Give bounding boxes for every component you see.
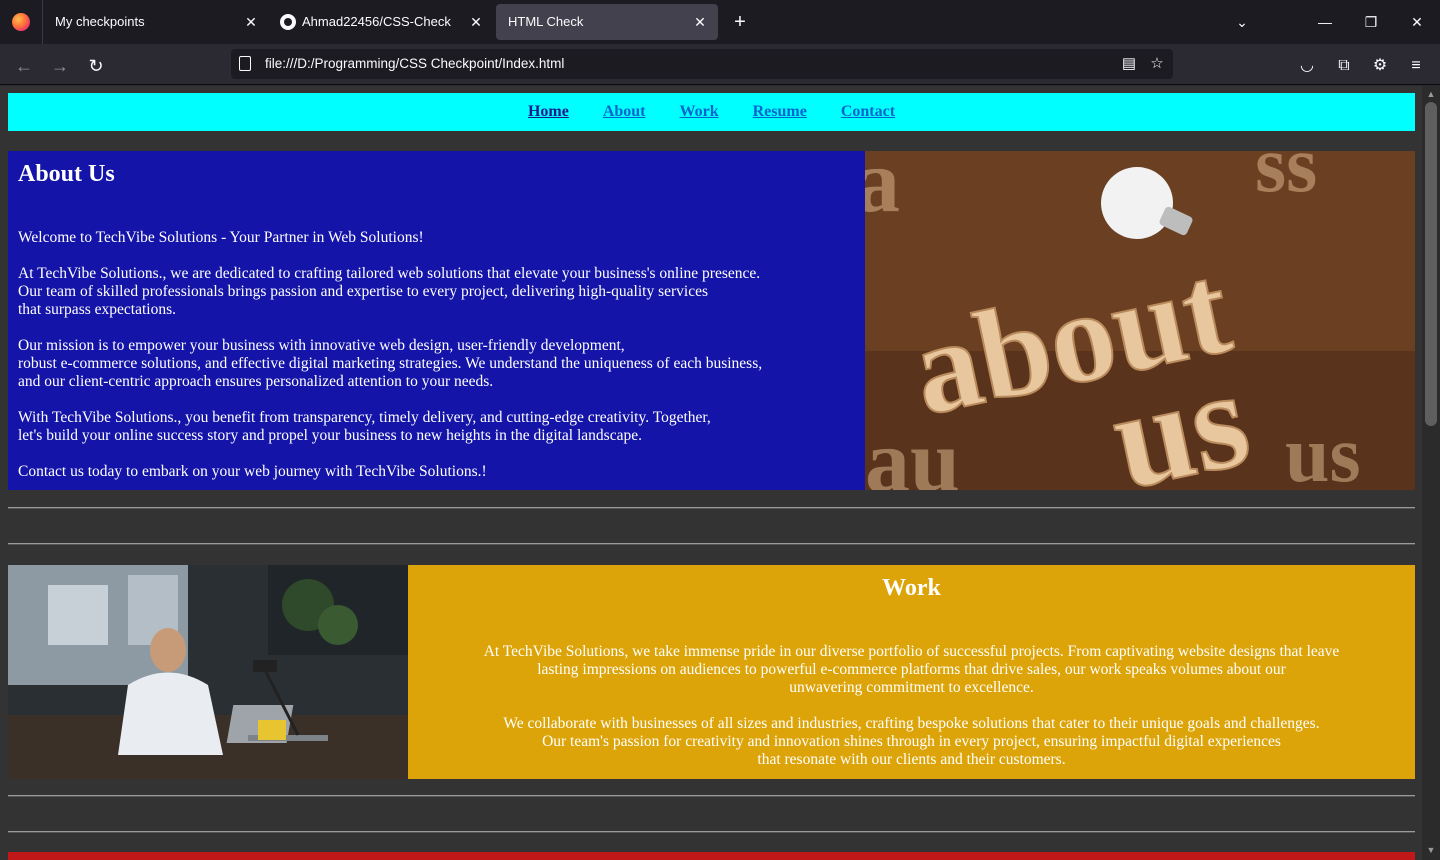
close-icon[interactable]: ✕ (241, 12, 261, 32)
url-text[interactable]: file:///D:/Programming/CSS Checkpoint/In… (265, 56, 564, 71)
work-paragraph-line: We collaborate with businesses of all si… (503, 715, 1320, 732)
about-paragraph-line: With TechVibe Solutions., you benefit fr… (18, 409, 711, 426)
page-viewport: Home About Work Resume Contact About Us … (0, 86, 1422, 860)
firefox-menu-button[interactable] (0, 0, 42, 44)
man-working-at-laptop-illustration (8, 565, 408, 779)
horizontal-rule (8, 831, 1415, 833)
file-page-icon (239, 56, 251, 71)
tab-title: HTML Check (508, 14, 584, 29)
nav-link-home[interactable]: Home (528, 103, 569, 121)
close-icon[interactable]: ✕ (466, 12, 486, 32)
work-image (8, 565, 408, 779)
about-us-image: a ss au us about us (865, 151, 1415, 490)
about-paragraph: Welcome to TechVibe Solutions - Your Par… (18, 229, 424, 246)
tab-title: Ahmad22456/CSS-Check (302, 14, 451, 29)
resume-section-top (8, 852, 1415, 860)
work-paragraph-line: At TechVibe Solutions, we take immense p… (483, 643, 1340, 660)
tab-bar: My checkpoints ✕ Ahmad22456/CSS-Check ✕ … (0, 0, 1440, 44)
nav-link-work[interactable]: Work (680, 103, 719, 121)
about-heading: About Us (18, 161, 115, 187)
about-paragraph-line: At TechVibe Solutions., we are dedicated… (18, 265, 761, 282)
list-all-tabs-chevron-icon[interactable]: ⌄ (1230, 10, 1254, 34)
work-paragraph-line: that resonate with our clients and their… (757, 751, 1066, 768)
reload-icon[interactable]: ↻ (82, 52, 110, 80)
site-navigation: Home About Work Resume Contact (8, 93, 1415, 131)
hamburger-menu-icon[interactable]: ≡ (1402, 52, 1430, 80)
svg-text:ss: ss (1255, 151, 1317, 209)
about-paragraph-line: Our mission is to empower your business … (18, 337, 625, 354)
reader-view-icon[interactable]: ▤ (1118, 53, 1140, 75)
bookmark-star-icon[interactable]: ☆ (1146, 53, 1168, 75)
horizontal-rule (8, 795, 1415, 797)
nav-link-about[interactable]: About (603, 103, 646, 121)
new-tab-plus-icon[interactable]: + (728, 10, 752, 34)
vertical-scrollbar[interactable]: ▲ ▼ (1422, 86, 1440, 860)
work-heading: Work (882, 575, 941, 601)
restore-icon[interactable]: ❐ (1356, 8, 1386, 36)
forward-arrow-icon[interactable]: → (46, 52, 74, 80)
nav-link-resume[interactable]: Resume (753, 103, 807, 121)
settings-gear-icon[interactable]: ⚙ (1366, 52, 1394, 80)
about-us-wooden-letters-illustration: a ss au us about us (865, 151, 1415, 490)
work-paragraph-line: unwavering commitment to excellence. (789, 679, 1034, 696)
tab-github[interactable]: Ahmad22456/CSS-Check ✕ (270, 4, 494, 40)
work-section: Work At TechVibe Solutions, we take imme… (8, 565, 1415, 779)
about-paragraph-line: Our team of skilled professionals brings… (18, 283, 708, 300)
svg-text:us: us (1285, 411, 1361, 490)
about-paragraph-line: let's build your online success story an… (18, 427, 642, 444)
horizontal-rule (8, 507, 1415, 509)
tab-my-checkpoints[interactable]: My checkpoints ✕ (43, 4, 269, 40)
url-bar[interactable]: file:///D:/Programming/CSS Checkpoint/In… (231, 49, 1173, 79)
about-paragraph: Contact us today to embark on your web j… (18, 463, 487, 480)
tab-title: My checkpoints (55, 14, 145, 29)
github-icon (280, 14, 296, 30)
scroll-up-arrow-icon[interactable]: ▲ (1422, 86, 1440, 102)
svg-text:a: a (865, 151, 900, 231)
minimize-icon[interactable]: — (1310, 8, 1340, 36)
scroll-down-arrow-icon[interactable]: ▼ (1422, 842, 1440, 858)
scrollbar-thumb[interactable] (1425, 102, 1437, 426)
pocket-icon[interactable]: ◡ (1293, 52, 1321, 80)
window-close-icon[interactable]: ✕ (1402, 8, 1432, 36)
about-section: About Us Welcome to TechVibe Solutions -… (8, 151, 1415, 490)
nav-link-contact[interactable]: Contact (841, 103, 895, 121)
horizontal-rule (8, 543, 1415, 545)
tab-html-check-active[interactable]: HTML Check ✕ (496, 4, 718, 40)
extensions-puzzle-icon[interactable]: ⧉ (1330, 52, 1358, 80)
about-paragraph-line: robust e-commerce solutions, and effecti… (18, 355, 763, 372)
firefox-logo-icon (12, 13, 30, 31)
close-icon[interactable]: ✕ (690, 12, 710, 32)
about-paragraph-line: and our client-centric approach ensures … (18, 373, 494, 390)
navigation-toolbar: ← → ↻ file:///D:/Programming/CSS Checkpo… (0, 44, 1440, 85)
work-paragraph-line: Our team's passion for creativity and in… (542, 733, 1281, 750)
work-paragraph-line: lasting impressions on audiences to powe… (537, 661, 1286, 678)
back-arrow-icon[interactable]: ← (10, 52, 38, 80)
about-paragraph-line: that surpass expectations. (18, 301, 176, 318)
